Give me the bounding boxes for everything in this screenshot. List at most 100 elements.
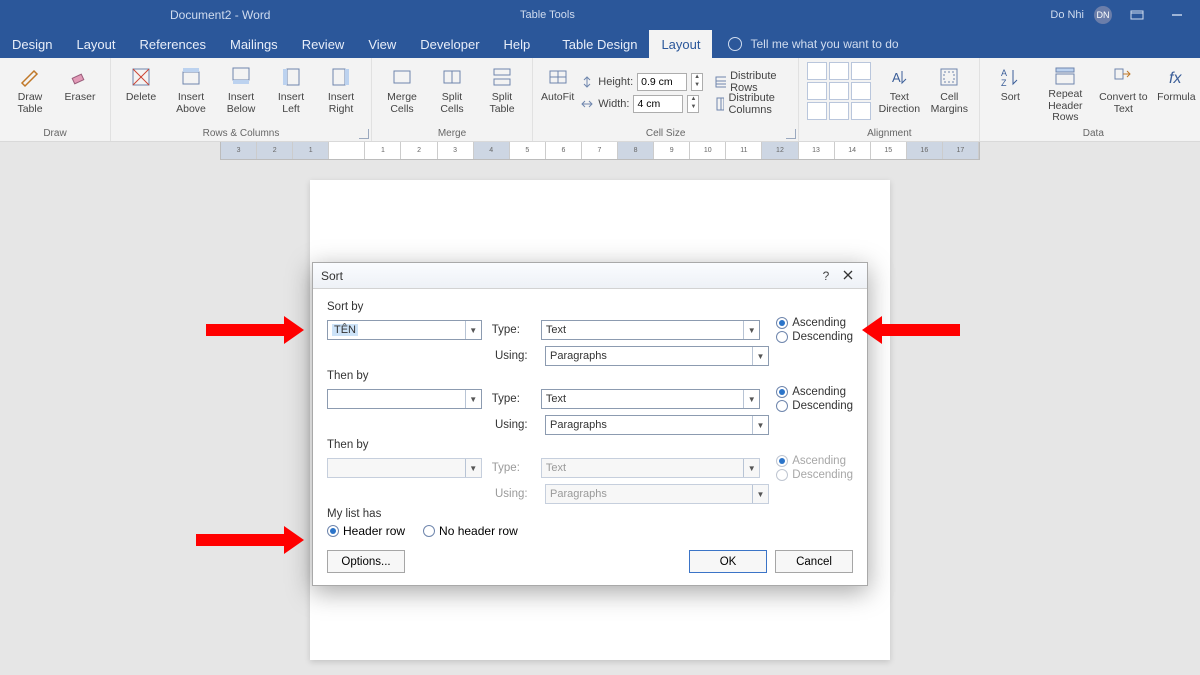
dialog-titlebar[interactable]: Sort ? <box>313 263 867 289</box>
alignment-grid[interactable] <box>807 62 871 120</box>
insert-left-button[interactable]: Insert Left <box>269 62 313 124</box>
options-button[interactable]: Options... <box>327 550 405 573</box>
dialog-launcher-rows-cols[interactable] <box>359 129 369 139</box>
ribbon-tab-row: Design Layout References Mailings Review… <box>0 30 1200 58</box>
insert-right-button[interactable]: Insert Right <box>319 62 363 124</box>
chevron-down-icon: ▼ <box>743 321 759 339</box>
no-header-row-label: No header row <box>439 524 518 538</box>
ascending-label: Ascending <box>792 317 846 329</box>
ruler-mark: 10 <box>690 142 726 159</box>
formula-icon: fx <box>1163 64 1189 90</box>
distribute-cols-button[interactable]: Distribute Columns <box>715 94 790 114</box>
insert-row-above-icon <box>178 64 204 90</box>
eraser-icon <box>67 64 93 90</box>
height-label: Height: <box>598 76 633 88</box>
then-by-2-field-combo: ▼ <box>327 458 482 478</box>
then-by-1-field-combo[interactable]: ▼ <box>327 389 482 409</box>
text-direction-icon: A <box>886 64 912 90</box>
sort-by-field-combo[interactable]: TÊN ▼ <box>327 320 482 340</box>
then-by-1-descending-radio[interactable]: Descending <box>776 400 853 412</box>
insert-row-below-icon <box>228 64 254 90</box>
then-by-1-type-combo[interactable]: Text ▼ <box>541 389 760 409</box>
sort-by-type-value: Text <box>546 324 566 336</box>
ruler-mark: 9 <box>654 142 690 159</box>
using-label-3: Using: <box>495 488 535 500</box>
split-table-button[interactable]: Split Table <box>480 62 524 124</box>
sort-by-descending-radio[interactable]: Descending <box>776 331 853 343</box>
ruler-mark: 2 <box>257 142 293 159</box>
radio-icon <box>776 386 788 398</box>
repeat-header-icon <box>1052 64 1078 87</box>
column-width-input[interactable] <box>633 95 683 113</box>
ribbon-display-options-icon[interactable] <box>1122 10 1152 20</box>
sort-icon: AZ <box>997 64 1023 90</box>
then-by-2-using-combo: Paragraphs ▼ <box>545 484 769 504</box>
sort-by-value: TÊN <box>332 324 358 336</box>
sort-by-ascending-radio[interactable]: Ascending <box>776 317 853 329</box>
split-cells-button[interactable]: Split Cells <box>430 62 474 124</box>
tab-table-design[interactable]: Table Design <box>550 30 649 58</box>
tab-references[interactable]: References <box>128 30 218 58</box>
ascending-label: Ascending <box>792 386 846 398</box>
tab-design[interactable]: Design <box>0 30 64 58</box>
sort-by-using-combo[interactable]: Paragraphs ▼ <box>545 346 769 366</box>
tab-view[interactable]: View <box>356 30 408 58</box>
cell-margins-button[interactable]: Cell Margins <box>927 62 971 124</box>
using-label-2: Using: <box>495 419 535 431</box>
insert-col-right-icon <box>328 64 354 90</box>
width-spinner[interactable]: ▲▼ <box>687 95 699 113</box>
then-by-1-using-combo[interactable]: Paragraphs ▼ <box>545 415 769 435</box>
then-by-1-ascending-radio[interactable]: Ascending <box>776 386 853 398</box>
chevron-down-icon: ▼ <box>752 416 768 434</box>
tell-me-search[interactable]: Tell me what you want to do <box>728 30 898 58</box>
convert-to-text-button[interactable]: Convert to Text <box>1098 62 1148 124</box>
sort-by-section-label: Sort by <box>327 301 853 313</box>
sort-button[interactable]: AZ Sort <box>988 62 1032 124</box>
row-height-input[interactable] <box>637 73 687 91</box>
tab-mailings[interactable]: Mailings <box>218 30 290 58</box>
ruler-mark <box>329 142 365 159</box>
dialog-launcher-cell-size[interactable] <box>786 129 796 139</box>
text-direction-button[interactable]: A Text Direction <box>877 62 921 124</box>
text-direction-label: Text Direction <box>877 92 921 115</box>
sort-by-type-combo[interactable]: Text ▼ <box>541 320 760 340</box>
delete-button[interactable]: Delete <box>119 62 163 124</box>
ok-button[interactable]: OK <box>689 550 767 573</box>
tab-layout[interactable]: Layout <box>64 30 127 58</box>
then-by-section-label-2: Then by <box>327 439 853 451</box>
tab-table-layout[interactable]: Layout <box>649 30 712 58</box>
cancel-button[interactable]: Cancel <box>775 550 853 573</box>
dialog-help-button[interactable]: ? <box>815 269 837 283</box>
formula-button[interactable]: fx Formula <box>1154 62 1198 124</box>
draw-table-button[interactable]: Draw Table <box>8 62 52 124</box>
eraser-button[interactable]: Eraser <box>58 62 102 124</box>
no-header-row-radio[interactable]: No header row <box>423 524 518 538</box>
insert-left-label: Insert Left <box>269 92 313 115</box>
repeat-header-button[interactable]: Repeat Header Rows <box>1038 62 1092 124</box>
avatar[interactable]: DN <box>1094 6 1112 24</box>
ruler-mark: 5 <box>510 142 546 159</box>
tab-help[interactable]: Help <box>492 30 543 58</box>
insert-above-button[interactable]: Insert Above <box>169 62 213 124</box>
horizontal-ruler[interactable]: 3 2 1 1 2 3 4 5 6 7 8 9 10 11 12 13 14 1… <box>220 142 980 160</box>
radio-icon <box>423 525 435 537</box>
group-label-merge: Merge <box>438 126 466 139</box>
ruler-mark: 1 <box>365 142 401 159</box>
autofit-button[interactable]: AutoFit <box>541 62 574 124</box>
distribute-rows-button[interactable]: Distribute Rows <box>715 72 790 92</box>
descending-label: Descending <box>792 469 853 481</box>
type-label-1: Type: <box>492 324 531 336</box>
then-by-section-label-1: Then by <box>327 370 853 382</box>
merge-cells-button[interactable]: Merge Cells <box>380 62 424 124</box>
dialog-close-button[interactable] <box>837 269 859 283</box>
tab-developer[interactable]: Developer <box>408 30 491 58</box>
insert-below-button[interactable]: Insert Below <box>219 62 263 124</box>
my-list-has-label: My list has <box>327 508 853 520</box>
tab-review[interactable]: Review <box>290 30 357 58</box>
height-spinner[interactable]: ▲▼ <box>691 73 703 91</box>
header-row-radio[interactable]: Header row <box>327 524 405 538</box>
ruler-mark: 6 <box>546 142 582 159</box>
distribute-rows-icon <box>715 75 726 89</box>
minimize-button[interactable] <box>1162 9 1192 21</box>
group-label-cell-size: Cell Size <box>646 126 685 139</box>
